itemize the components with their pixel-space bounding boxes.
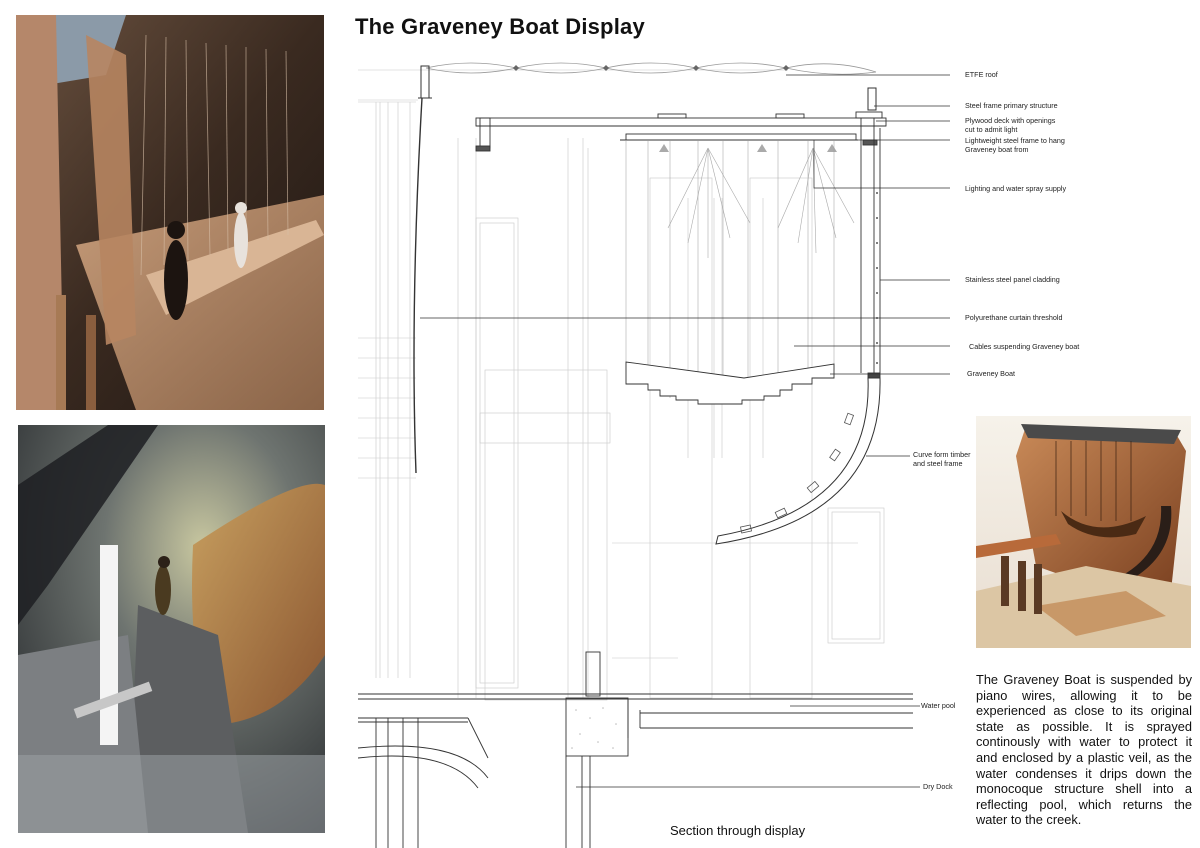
label-plywood-line1: Plywood deck with openings (965, 116, 1056, 125)
physical-model-photo (976, 416, 1191, 648)
label-dry-dock: Dry Dock (923, 782, 953, 791)
label-lightweight-line1: Lightweight steel frame to hang (965, 136, 1065, 145)
description-paragraph: The Graveney Boat is suspended by piano … (976, 672, 1192, 828)
label-plywood-line2: cut to admit light (965, 125, 1017, 134)
interior-walkway-render (16, 15, 324, 410)
label-cables: Cables suspending Graveney boat (969, 342, 1079, 351)
label-boat: Graveney Boat (967, 369, 1015, 378)
label-curve-line1: Curve form timber (913, 450, 971, 459)
label-steel-frame: Steel frame primary structure (965, 101, 1058, 110)
label-lightweight-line2: Graveney boat from (965, 145, 1029, 154)
label-curve-line2: and steel frame (913, 459, 963, 468)
label-curtain: Polyurethane curtain threshold (965, 313, 1063, 322)
label-lighting: Lighting and water spray supply (965, 184, 1066, 193)
section-caption: Section through display (670, 823, 806, 838)
label-water-pool: Water pool (921, 701, 956, 710)
label-cladding: Stainless steel panel cladding (965, 275, 1060, 284)
label-etfe-roof: ETFE roof (965, 70, 998, 79)
page-title: The Graveney Boat Display (355, 14, 645, 39)
boat-perspective-render (18, 425, 325, 833)
